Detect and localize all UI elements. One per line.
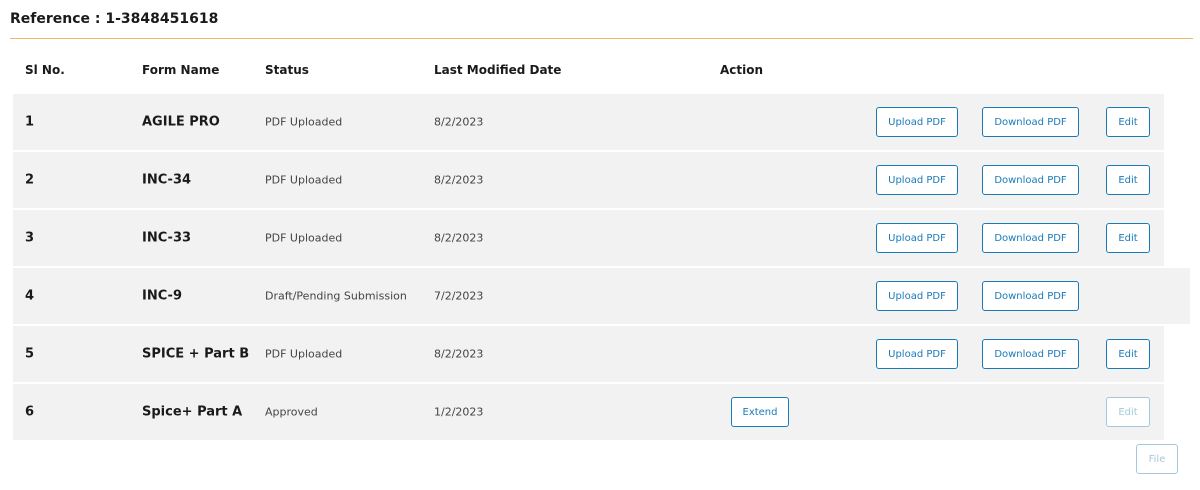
table-row: 6 Spice+ Part A Approved 1/2/2023 Extend Edit [13, 384, 1164, 440]
form-name-cell: INC-34 [142, 172, 192, 188]
sl-no-cell: 1 [25, 114, 35, 130]
edit-button[interactable]: Edit [1106, 223, 1150, 253]
upload-pdf-button[interactable]: Upload PDF [876, 165, 958, 195]
column-header-form-name: Form Name [142, 63, 220, 77]
sl-no-cell: 2 [25, 172, 35, 188]
upload-pdf-button[interactable]: Upload PDF [876, 107, 958, 137]
sl-no-cell: 5 [25, 346, 35, 362]
edit-button[interactable]: Edit [1106, 165, 1150, 195]
extend-button[interactable]: Extend [731, 397, 789, 427]
sl-no-cell: 3 [25, 230, 35, 246]
form-name-cell: INC-9 [142, 288, 182, 304]
sl-no-cell: 6 [25, 404, 35, 420]
table-row: 2 INC-34 PDF Uploaded 8/2/2023 Upload PDF Dow… [13, 152, 1164, 208]
download-pdf-button[interactable]: Download PDF [982, 223, 1079, 253]
sl-no-cell: 4 [25, 288, 35, 304]
status-cell: PDF Uploaded [265, 231, 343, 245]
download-pdf-button[interactable]: Download PDF [982, 281, 1079, 311]
status-cell: PDF Uploaded [265, 173, 343, 187]
upload-pdf-button[interactable]: Upload PDF [876, 223, 958, 253]
download-pdf-button[interactable]: Download PDF [982, 165, 1079, 195]
status-cell: Draft/Pending Submission [265, 289, 407, 303]
table-row: 4 INC-9 Draft/Pending Submission 7/2/2023 Up… [13, 268, 1190, 324]
column-header-sl-no: Sl No. [25, 63, 65, 77]
status-cell: Approved [265, 405, 318, 419]
edit-button[interactable]: Edit [1106, 397, 1150, 427]
download-pdf-button[interactable]: Download PDF [982, 339, 1079, 369]
last-modified-date-cell: 8/2/2023 [434, 231, 484, 245]
form-name-cell: AGILE PRO [142, 114, 220, 130]
header-divider [10, 38, 1193, 39]
form-name-cell: INC-33 [142, 230, 192, 246]
table-row: 1 AGILE PRO PDF Uploaded 8/2/2023 Upload PDF… [13, 94, 1164, 150]
form-name-cell: Spice+ Part A [142, 404, 243, 420]
edit-button[interactable]: Edit [1106, 339, 1150, 369]
file-button[interactable]: File [1136, 444, 1178, 474]
last-modified-date-cell: 1/2/2023 [434, 405, 484, 419]
status-cell: PDF Uploaded [265, 347, 343, 361]
last-modified-date-cell: 8/2/2023 [434, 115, 484, 129]
upload-pdf-button[interactable]: Upload PDF [876, 339, 958, 369]
form-name-cell: SPICE + Part B [142, 346, 250, 362]
status-cell: PDF Uploaded [265, 115, 343, 129]
last-modified-date-cell: 7/2/2023 [434, 289, 484, 303]
reference-title: Reference : 1-3848451618 [10, 11, 219, 27]
table-row: 5 SPICE + Part B PDF Uploaded 8/2/2023 Uploa… [13, 326, 1164, 382]
last-modified-date-cell: 8/2/2023 [434, 347, 484, 361]
edit-button[interactable]: Edit [1106, 107, 1150, 137]
column-header-action: Action [720, 63, 764, 77]
column-header-status: Status [265, 63, 309, 77]
last-modified-date-cell: 8/2/2023 [434, 173, 484, 187]
download-pdf-button[interactable]: Download PDF [982, 107, 1079, 137]
upload-pdf-button[interactable]: Upload PDF [876, 281, 958, 311]
column-header-last-modified-date: Last Modified Date [434, 63, 562, 77]
table-row: 3 INC-33 PDF Uploaded 8/2/2023 Upload PDF Dow… [13, 210, 1164, 266]
